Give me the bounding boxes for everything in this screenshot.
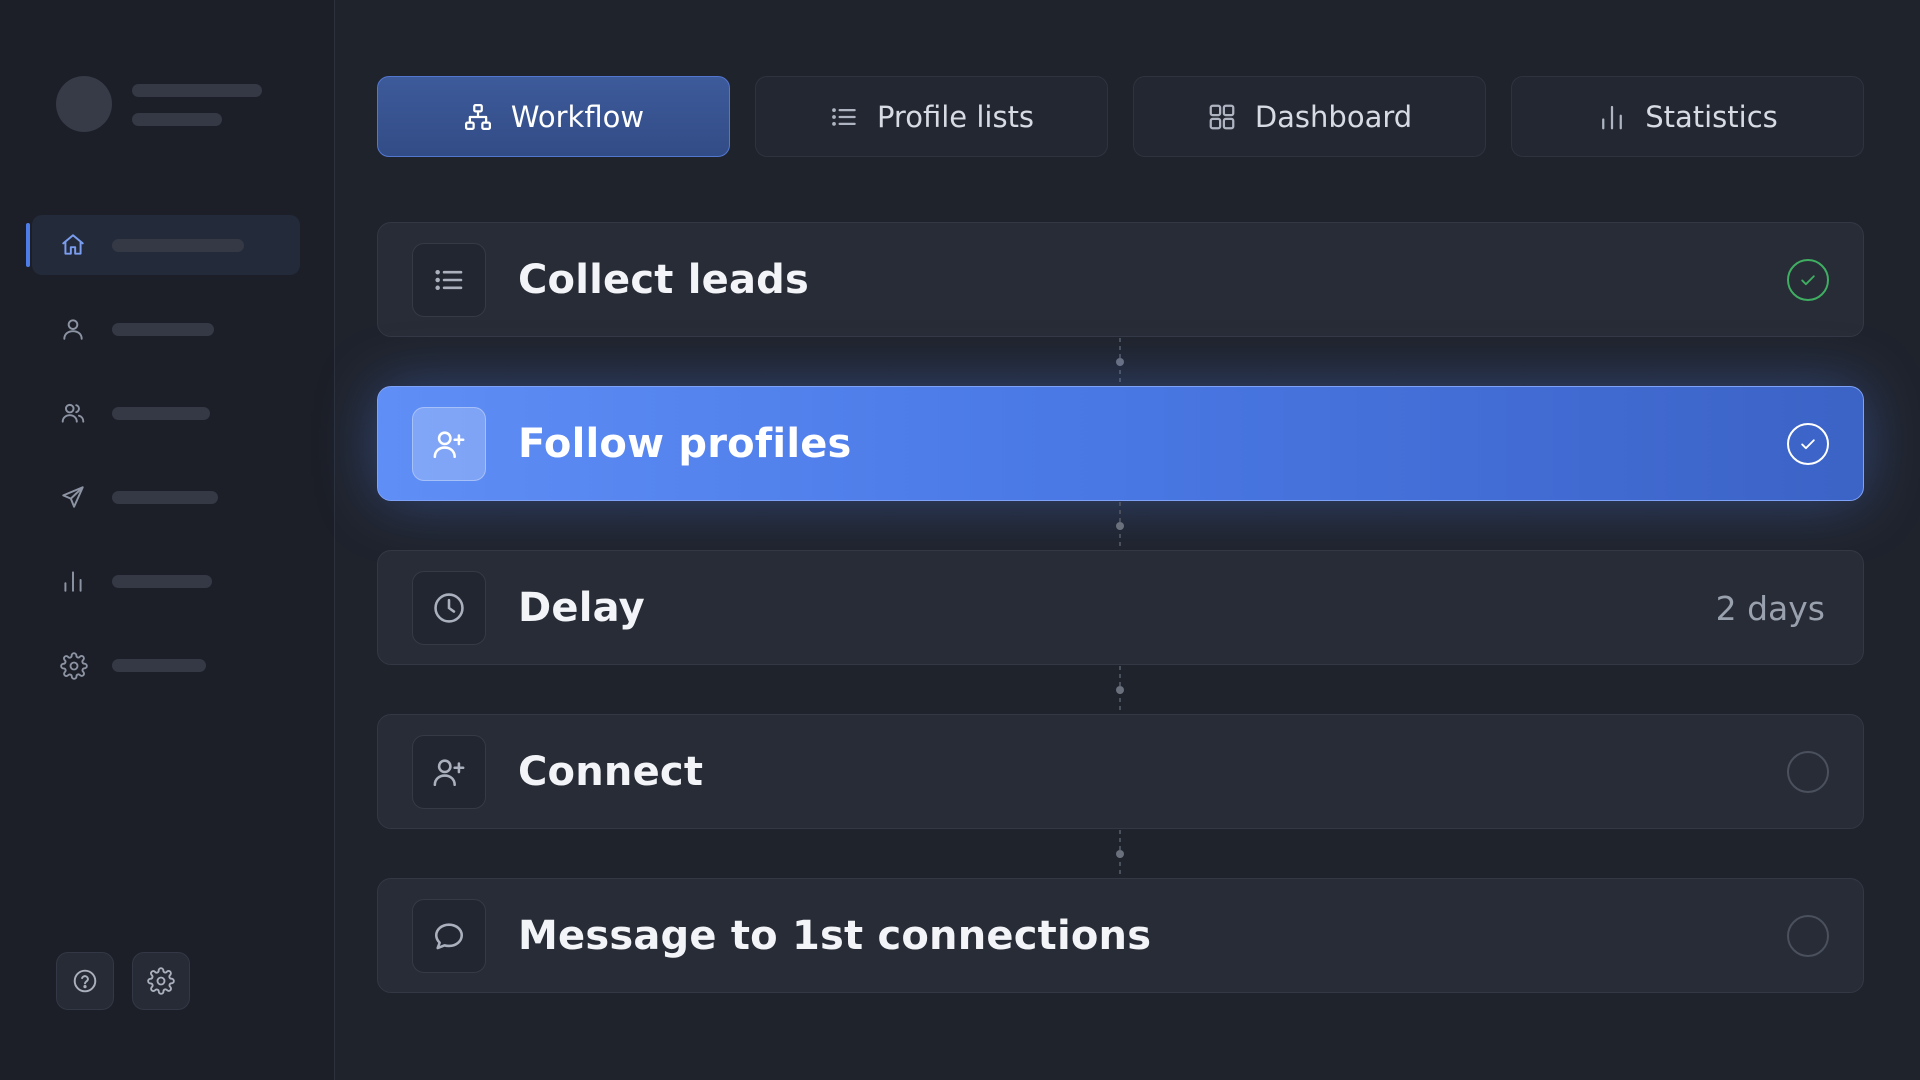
user-plus-icon	[412, 407, 486, 481]
help-icon	[72, 968, 98, 994]
bar-chart-icon	[1597, 102, 1627, 132]
sidebar-item-contacts[interactable]	[32, 383, 300, 443]
step-title: Connect	[518, 749, 704, 795]
step-connector	[1116, 502, 1124, 550]
sidebar-item-label-placeholder	[112, 323, 214, 336]
settings-button[interactable]	[132, 952, 190, 1010]
step-collect-leads[interactable]: Collect leads	[377, 222, 1864, 337]
home-icon	[60, 232, 86, 258]
sidebar-item-label-placeholder	[112, 491, 218, 504]
gear-icon	[60, 652, 88, 680]
delay-duration: 2 days	[1715, 589, 1825, 628]
user-name-placeholder	[132, 84, 262, 97]
list-icon	[829, 102, 859, 132]
step-message-connections[interactable]: Message to 1st connections	[377, 878, 1864, 993]
tab-bar: Workflow Profile lists Dashboard Statist…	[377, 76, 1864, 157]
chat-bubble-icon	[412, 899, 486, 973]
tab-label: Dashboard	[1254, 99, 1413, 134]
tab-workflow[interactable]: Workflow	[377, 76, 730, 157]
help-button[interactable]	[56, 952, 114, 1010]
step-title: Delay	[518, 585, 645, 631]
users-icon	[60, 400, 86, 426]
sidebar-item-label-placeholder	[112, 575, 212, 588]
user-subtitle-placeholder	[132, 113, 222, 126]
tab-profile-lists[interactable]: Profile lists	[755, 76, 1108, 157]
list-icon	[412, 243, 486, 317]
step-connector	[1116, 338, 1124, 386]
completed-check-icon	[1787, 423, 1829, 465]
bar-chart-icon	[60, 568, 86, 594]
sidebar-item-home[interactable]	[26, 215, 300, 275]
step-title: Follow profiles	[518, 421, 852, 467]
completed-check-icon	[1787, 259, 1829, 301]
tab-label: Workflow	[510, 99, 645, 134]
pending-status-icon	[1787, 751, 1829, 793]
step-connect[interactable]: Connect	[377, 714, 1864, 829]
sidebar-item-profile[interactable]	[32, 299, 300, 359]
grid-icon	[1207, 102, 1237, 132]
sidebar-item-label-placeholder	[112, 239, 244, 252]
sidebar-item-messages[interactable]	[32, 467, 300, 527]
tab-label: Profile lists	[876, 99, 1035, 134]
active-indicator	[26, 223, 30, 267]
avatar[interactable]	[56, 76, 112, 132]
user-plus-icon	[412, 735, 486, 809]
step-delay[interactable]: Delay 2 days	[377, 550, 1864, 665]
workflow-icon	[463, 102, 493, 132]
pending-status-icon	[1787, 915, 1829, 957]
step-connector	[1116, 666, 1124, 714]
sidebar-item-label-placeholder	[112, 659, 206, 672]
clock-icon	[412, 571, 486, 645]
sidebar-item-settings[interactable]	[32, 635, 300, 695]
sidebar-item-label-placeholder	[112, 407, 210, 420]
tab-label: Statistics	[1645, 99, 1778, 134]
sidebar	[0, 0, 335, 1080]
step-title: Collect leads	[518, 257, 810, 303]
sidebar-item-analytics[interactable]	[32, 551, 300, 611]
send-icon	[60, 484, 86, 510]
step-title: Message to 1st connections	[518, 913, 1152, 959]
tab-dashboard[interactable]: Dashboard	[1133, 76, 1486, 157]
tab-statistics[interactable]: Statistics	[1511, 76, 1864, 157]
step-follow-profiles[interactable]: Follow profiles	[377, 386, 1864, 501]
step-connector	[1116, 830, 1124, 878]
gear-icon	[147, 967, 175, 995]
user-icon	[60, 316, 86, 342]
